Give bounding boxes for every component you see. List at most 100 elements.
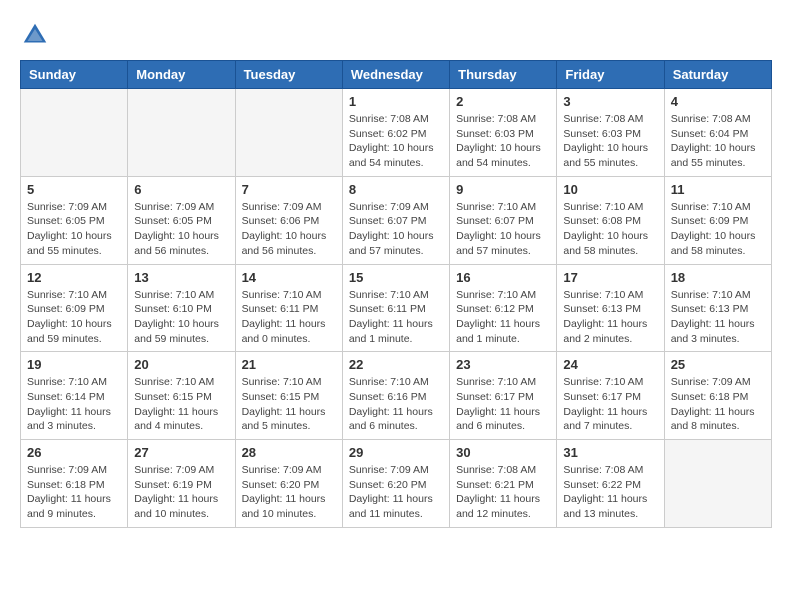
day-info: Sunrise: 7:09 AM Sunset: 6:19 PM Dayligh… [134, 463, 228, 522]
day-info: Sunrise: 7:10 AM Sunset: 6:13 PM Dayligh… [563, 288, 657, 347]
day-number: 21 [242, 357, 336, 372]
day-number: 16 [456, 270, 550, 285]
day-info: Sunrise: 7:08 AM Sunset: 6:04 PM Dayligh… [671, 112, 765, 171]
day-number: 26 [27, 445, 121, 460]
calendar-cell [21, 89, 128, 177]
day-number: 22 [349, 357, 443, 372]
day-info: Sunrise: 7:10 AM Sunset: 6:15 PM Dayligh… [242, 375, 336, 434]
day-header-thursday: Thursday [450, 61, 557, 89]
day-number: 17 [563, 270, 657, 285]
day-number: 8 [349, 182, 443, 197]
day-number: 12 [27, 270, 121, 285]
logo [20, 20, 54, 50]
calendar-cell: 12 Sunrise: 7:10 AM Sunset: 6:09 PM Dayli… [21, 264, 128, 352]
day-header-monday: Monday [128, 61, 235, 89]
day-info: Sunrise: 7:10 AM Sunset: 6:09 PM Dayligh… [671, 200, 765, 259]
calendar-cell: 10 Sunrise: 7:10 AM Sunset: 6:08 PM Dayli… [557, 176, 664, 264]
day-info: Sunrise: 7:08 AM Sunset: 6:21 PM Dayligh… [456, 463, 550, 522]
day-number: 6 [134, 182, 228, 197]
week-row-1: 1 Sunrise: 7:08 AM Sunset: 6:02 PM Daylig… [21, 89, 772, 177]
day-number: 1 [349, 94, 443, 109]
week-row-2: 5Sunrise: 7:09 AM Sunset: 6:05 PM Daylig… [21, 176, 772, 264]
day-info: Sunrise: 7:08 AM Sunset: 6:03 PM Dayligh… [563, 112, 657, 171]
week-row-5: 26Sunrise: 7:09 AM Sunset: 6:18 PM Dayli… [21, 440, 772, 528]
calendar-cell: 1 Sunrise: 7:08 AM Sunset: 6:02 PM Daylig… [342, 89, 449, 177]
day-info: Sunrise: 7:09 AM Sunset: 6:06 PM Dayligh… [242, 200, 336, 259]
calendar-cell: 11 Sunrise: 7:10 AM Sunset: 6:09 PM Dayli… [664, 176, 771, 264]
day-header-sunday: Sunday [21, 61, 128, 89]
week-row-4: 19 Sunrise: 7:10 AM Sunset: 6:14 PM Dayli… [21, 352, 772, 440]
day-number: 9 [456, 182, 550, 197]
calendar-cell [128, 89, 235, 177]
calendar-cell: 26Sunrise: 7:09 AM Sunset: 6:18 PM Dayli… [21, 440, 128, 528]
calendar-cell: 7 Sunrise: 7:09 AM Sunset: 6:06 PM Daylig… [235, 176, 342, 264]
day-number: 30 [456, 445, 550, 460]
calendar-cell: 21 Sunrise: 7:10 AM Sunset: 6:15 PM Dayli… [235, 352, 342, 440]
day-number: 10 [563, 182, 657, 197]
day-number: 11 [671, 182, 765, 197]
day-info: Sunrise: 7:08 AM Sunset: 6:02 PM Dayligh… [349, 112, 443, 171]
logo-icon [20, 20, 50, 50]
calendar-cell: 14Sunrise: 7:10 AM Sunset: 6:11 PM Dayli… [235, 264, 342, 352]
day-info: Sunrise: 7:10 AM Sunset: 6:14 PM Dayligh… [27, 375, 121, 434]
calendar-cell: 30 Sunrise: 7:08 AM Sunset: 6:21 PM Dayli… [450, 440, 557, 528]
day-number: 31 [563, 445, 657, 460]
calendar-cell [235, 89, 342, 177]
calendar-cell: 16Sunrise: 7:10 AM Sunset: 6:12 PM Dayli… [450, 264, 557, 352]
day-header-wednesday: Wednesday [342, 61, 449, 89]
calendar-table: SundayMondayTuesdayWednesdayThursdayFrid… [20, 60, 772, 528]
day-info: Sunrise: 7:10 AM Sunset: 6:10 PM Dayligh… [134, 288, 228, 347]
day-number: 20 [134, 357, 228, 372]
day-info: Sunrise: 7:09 AM Sunset: 6:07 PM Dayligh… [349, 200, 443, 259]
day-number: 23 [456, 357, 550, 372]
day-info: Sunrise: 7:08 AM Sunset: 6:03 PM Dayligh… [456, 112, 550, 171]
day-number: 19 [27, 357, 121, 372]
calendar-cell: 9 Sunrise: 7:10 AM Sunset: 6:07 PM Daylig… [450, 176, 557, 264]
calendar-cell: 31Sunrise: 7:08 AM Sunset: 6:22 PM Dayli… [557, 440, 664, 528]
calendar-cell: 3 Sunrise: 7:08 AM Sunset: 6:03 PM Daylig… [557, 89, 664, 177]
page-header [20, 20, 772, 50]
calendar-cell: 6Sunrise: 7:09 AM Sunset: 6:05 PM Daylig… [128, 176, 235, 264]
calendar-cell: 19 Sunrise: 7:10 AM Sunset: 6:14 PM Dayli… [21, 352, 128, 440]
day-number: 15 [349, 270, 443, 285]
day-info: Sunrise: 7:10 AM Sunset: 6:16 PM Dayligh… [349, 375, 443, 434]
day-number: 7 [242, 182, 336, 197]
calendar-cell: 2 Sunrise: 7:08 AM Sunset: 6:03 PM Daylig… [450, 89, 557, 177]
day-info: Sunrise: 7:10 AM Sunset: 6:17 PM Dayligh… [563, 375, 657, 434]
day-number: 25 [671, 357, 765, 372]
day-number: 13 [134, 270, 228, 285]
calendar-cell: 5Sunrise: 7:09 AM Sunset: 6:05 PM Daylig… [21, 176, 128, 264]
day-header-tuesday: Tuesday [235, 61, 342, 89]
week-row-3: 12 Sunrise: 7:10 AM Sunset: 6:09 PM Dayli… [21, 264, 772, 352]
day-info: Sunrise: 7:10 AM Sunset: 6:08 PM Dayligh… [563, 200, 657, 259]
calendar-cell [664, 440, 771, 528]
day-number: 18 [671, 270, 765, 285]
day-info: Sunrise: 7:09 AM Sunset: 6:18 PM Dayligh… [671, 375, 765, 434]
calendar-cell: 15Sunrise: 7:10 AM Sunset: 6:11 PM Dayli… [342, 264, 449, 352]
calendar-cell: 20Sunrise: 7:10 AM Sunset: 6:15 PM Dayli… [128, 352, 235, 440]
calendar-cell: 23 Sunrise: 7:10 AM Sunset: 6:17 PM Dayli… [450, 352, 557, 440]
day-number: 29 [349, 445, 443, 460]
calendar-cell: 13 Sunrise: 7:10 AM Sunset: 6:10 PM Dayli… [128, 264, 235, 352]
calendar-cell: 17 Sunrise: 7:10 AM Sunset: 6:13 PM Dayli… [557, 264, 664, 352]
calendar-cell: 22 Sunrise: 7:10 AM Sunset: 6:16 PM Dayli… [342, 352, 449, 440]
day-number: 3 [563, 94, 657, 109]
calendar-cell: 28Sunrise: 7:09 AM Sunset: 6:20 PM Dayli… [235, 440, 342, 528]
day-number: 2 [456, 94, 550, 109]
day-info: Sunrise: 7:10 AM Sunset: 6:17 PM Dayligh… [456, 375, 550, 434]
day-number: 24 [563, 357, 657, 372]
day-header-friday: Friday [557, 61, 664, 89]
calendar-cell: 24 Sunrise: 7:10 AM Sunset: 6:17 PM Dayli… [557, 352, 664, 440]
day-number: 14 [242, 270, 336, 285]
day-number: 4 [671, 94, 765, 109]
day-info: Sunrise: 7:10 AM Sunset: 6:07 PM Dayligh… [456, 200, 550, 259]
day-info: Sunrise: 7:10 AM Sunset: 6:13 PM Dayligh… [671, 288, 765, 347]
day-header-saturday: Saturday [664, 61, 771, 89]
day-number: 5 [27, 182, 121, 197]
day-number: 28 [242, 445, 336, 460]
calendar-cell: 29Sunrise: 7:09 AM Sunset: 6:20 PM Dayli… [342, 440, 449, 528]
day-info: Sunrise: 7:10 AM Sunset: 6:09 PM Dayligh… [27, 288, 121, 347]
calendar-cell: 8 Sunrise: 7:09 AM Sunset: 6:07 PM Daylig… [342, 176, 449, 264]
calendar-cell: 27 Sunrise: 7:09 AM Sunset: 6:19 PM Dayli… [128, 440, 235, 528]
day-number: 27 [134, 445, 228, 460]
